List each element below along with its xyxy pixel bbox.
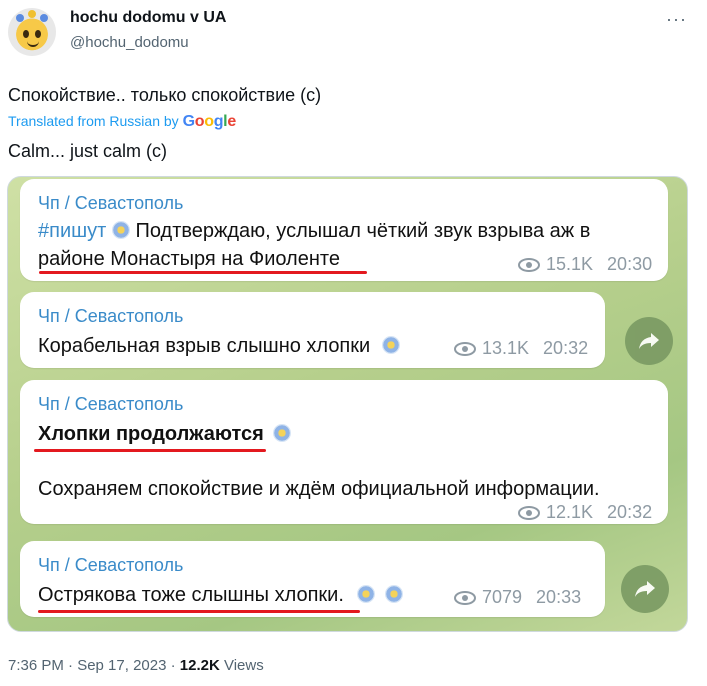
avatar-flower (28, 10, 36, 18)
views-eye-icon (454, 590, 476, 605)
forward-arrow-icon (639, 333, 659, 349)
views-count: 7079 (482, 587, 523, 607)
message-bubble: Чп / Севастополь Хлопки продолжаются Сох… (20, 380, 668, 524)
message-text: Острякова тоже слышны хлопки. (38, 584, 404, 607)
message-meta: 15.1K 20:30 (518, 254, 652, 275)
views-count: 12.2K (179, 657, 220, 674)
more-options-icon[interactable]: ··· (666, 9, 687, 30)
flower-emoji-icon (385, 585, 404, 603)
message-line: Корабельная взрыв слышно хлопки (38, 335, 371, 357)
avatar[interactable] (8, 8, 56, 56)
media-image[interactable]: Чп / Севастополь #пишут Подтверждаю, усл… (7, 176, 688, 632)
message-time: 20:32 (543, 338, 589, 358)
red-underline (38, 610, 360, 613)
message-time: 20:30 (607, 254, 653, 274)
views-count: 15.1K (546, 254, 594, 274)
flower-emoji-icon (273, 424, 292, 442)
views-eye-icon (454, 341, 476, 356)
avatar-flower (40, 14, 48, 22)
message-meta: 13.1K 20:32 (454, 338, 588, 359)
flower-emoji-icon (381, 336, 400, 354)
google-logo: Google (182, 113, 237, 130)
forward-arrow-icon (635, 581, 655, 597)
message-text: Хлопки продолжаются (38, 423, 292, 446)
flower-emoji-icon (111, 221, 130, 239)
channel-name[interactable]: Чп / Севастополь (38, 306, 183, 327)
message-bubble: Чп / Севастополь #пишут Подтверждаю, усл… (20, 179, 668, 281)
author-name[interactable]: hochu dodomu v UA (70, 9, 226, 27)
tweet-footer: 7:36 PM · Sep 17, 2023 · 12.2K Views (8, 657, 264, 674)
message-time: 20:32 (607, 502, 653, 522)
message-meta: 12.1K 20:32 (518, 502, 652, 523)
views-label: Views (223, 657, 264, 674)
message-meta: 7079 20:33 (454, 587, 581, 608)
message-text: Корабельная взрыв слышно хлопки (38, 335, 400, 358)
avatar-flower (16, 14, 24, 22)
views-eye-icon (518, 505, 540, 520)
flower-emoji-icon (357, 585, 376, 603)
tweet-timestamp[interactable]: 7:36 PM · Sep 17, 2023 · (8, 657, 176, 674)
tweet-translation: Calm... just calm (c) (8, 141, 168, 161)
message-bubble: Чп / Севастополь Корабельная взрыв слышн… (20, 292, 605, 368)
tweet-text: Спокойствие.. только спокойствие (с) (8, 85, 322, 105)
views-eye-icon (518, 257, 540, 272)
translation-attribution[interactable]: Translated from Russian by Google (8, 113, 236, 131)
channel-name[interactable]: Чп / Севастополь (38, 555, 183, 576)
views-count: 13.1K (482, 338, 530, 358)
channel-name[interactable]: Чп / Севастополь (38, 394, 183, 415)
message-line: Острякова тоже слышны хлопки. (38, 584, 344, 606)
message-text: #пишут Подтверждаю, услышал чёткий звук … (38, 220, 590, 243)
message-line: Хлопки продолжаются (38, 423, 264, 445)
views-count: 12.1K (546, 502, 594, 522)
red-underline (39, 271, 367, 274)
message-line: Подтверждаю, услышал чёткий звук взрыва … (135, 220, 591, 242)
red-underline (34, 449, 266, 452)
avatar-mouth (27, 40, 39, 47)
avatar-eye-right (35, 30, 41, 38)
channel-name[interactable]: Чп / Севастополь (38, 193, 183, 214)
share-button[interactable] (625, 317, 673, 365)
message-line: Сохраняем спокойствие и ждём официальной… (38, 478, 600, 500)
message-line: районе Монастыря на Фиоленте (38, 248, 340, 270)
message-time: 20:33 (536, 587, 582, 607)
hashtag-link[interactable]: #пишут (38, 220, 106, 242)
share-button[interactable] (621, 565, 669, 613)
avatar-eye-left (23, 30, 29, 38)
translated-label: Translated from Russian by (8, 113, 179, 129)
message-bubble: Чп / Севастополь Острякова тоже слышны х… (20, 541, 605, 617)
author-handle[interactable]: @hochu_dodomu (70, 34, 189, 51)
